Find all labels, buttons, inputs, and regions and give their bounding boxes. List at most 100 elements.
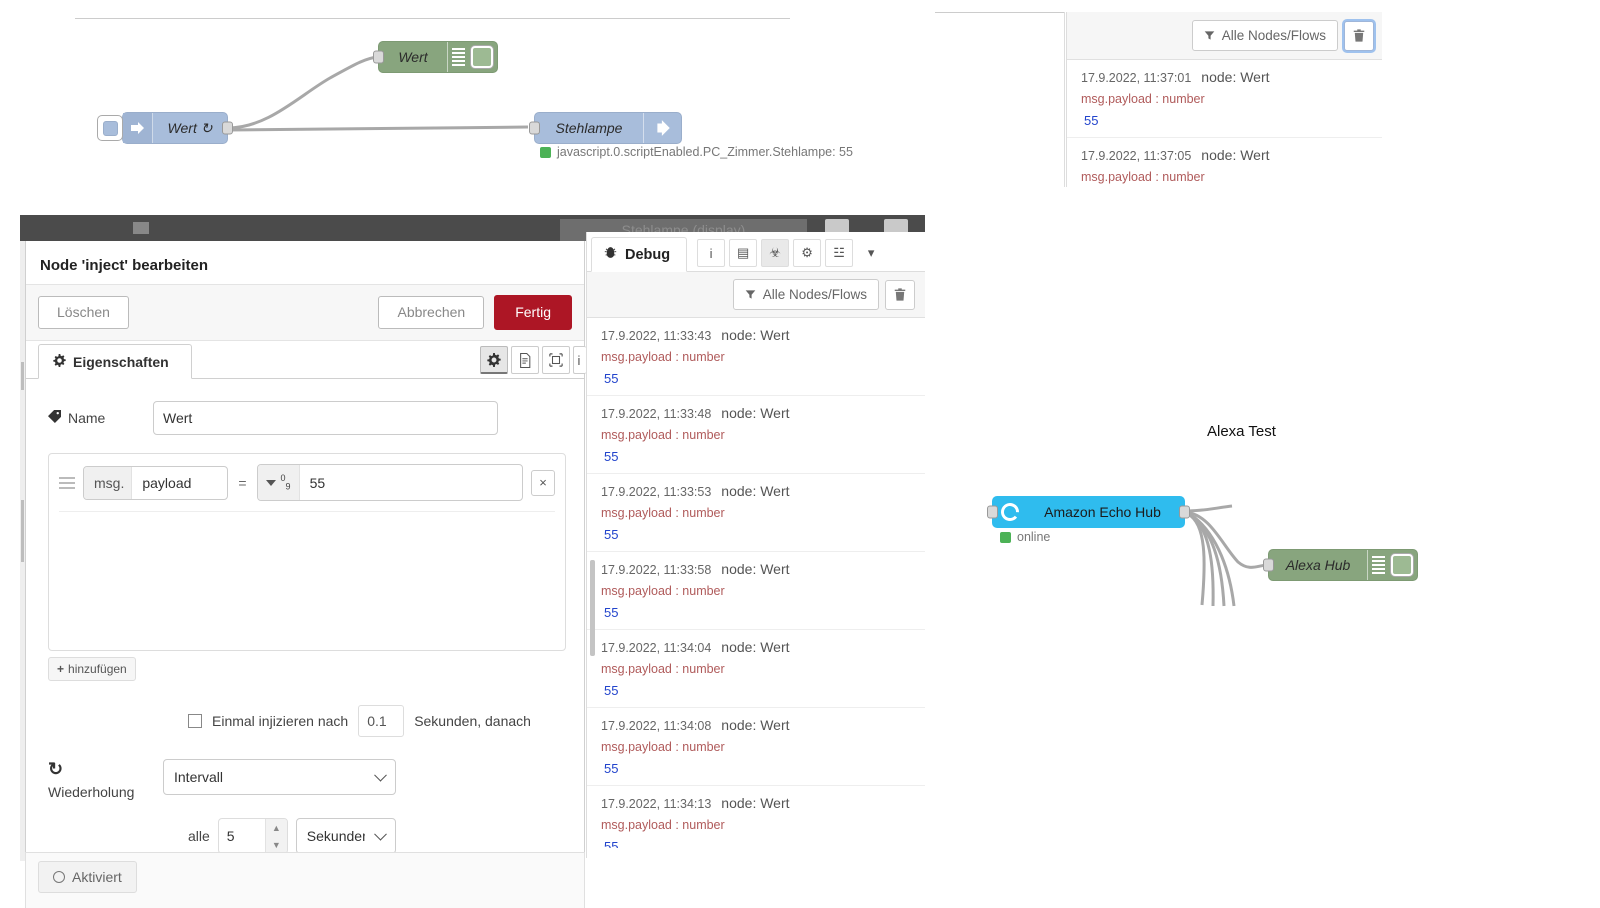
flow-node-alexa-hub-debug[interactable]: Alexa Hub [1263, 549, 1418, 581]
debug-source-node: node: Wert [721, 327, 790, 343]
stepper-buttons[interactable]: ▲ ▼ [264, 819, 287, 854]
enabled-toggle-button[interactable]: Aktiviert [38, 861, 137, 893]
debug-timestamp: 17.9.2022, 11:34:08 [601, 719, 712, 733]
repeat-select[interactable]: Intervall [163, 759, 396, 796]
clear-debug-button[interactable] [885, 279, 915, 310]
debug-timestamp: 17.9.2022, 11:33:53 [601, 485, 712, 499]
bug-icon-button[interactable]: ☣ [761, 239, 790, 267]
flow-node-stehlampe[interactable]: Stehlampe [529, 112, 682, 144]
done-button[interactable]: Fertig [494, 295, 572, 331]
property-selector[interactable]: msg. payload [83, 465, 229, 500]
interval-unit-select[interactable]: Sekunden [295, 818, 396, 855]
debug-source-node: node: Wert [1201, 147, 1270, 163]
debug-sidebar[interactable]: Debug i ▤ ☣ ⚙ ☳ ▾ Alle Nodes/Flows 17.9.2022,… [586, 232, 925, 858]
inject-once-suffix: Sekunden, danach [414, 713, 531, 730]
flow-node-inject-wert[interactable]: Wert ↻ [97, 112, 233, 144]
value-input[interactable]: 55 [300, 467, 522, 499]
debug-message[interactable]: 17.9.2022, 11:37:01 node: Wert msg.payload… [1067, 60, 1382, 138]
database-icon: ☳ [833, 245, 845, 260]
debug-message[interactable]: 17.9.2022, 11:33:43 node: Wert msg.payload… [587, 318, 925, 396]
interval-stepper[interactable]: ▲ ▼ [217, 818, 288, 855]
property-prefix: msg. [84, 466, 133, 499]
echo-hub-status: online [1000, 530, 1050, 544]
debug-timestamp: 17.9.2022, 11:33:43 [601, 329, 712, 343]
node-input-port[interactable] [529, 121, 540, 135]
top-right-debug-list[interactable]: 17.9.2022, 11:37:01 node: Wert msg.payload… [1067, 60, 1382, 187]
alexa-flow-title: Alexa Test [1207, 423, 1276, 440]
properties-rule-box: msg. payload = 09 55 × [48, 453, 566, 652]
enabled-label: Aktiviert [72, 869, 122, 885]
flow-canvas-top[interactable] [0, 0, 930, 200]
property-value-input[interactable]: payload [132, 467, 227, 499]
info-icon-button[interactable]: i [697, 239, 726, 267]
inject-arrow-icon [123, 113, 153, 143]
chevron-down-icon-button[interactable]: ▾ [857, 239, 886, 267]
dialog-tabbar: Eigenschaften i [26, 341, 586, 380]
delete-button[interactable]: Löschen [38, 296, 129, 330]
gear-icon-button[interactable]: ⚙ [793, 239, 822, 267]
edit-node-dialog[interactable]: Node 'inject' bearbeiten Löschen Abbrech… [25, 241, 586, 861]
drag-handle-icon[interactable] [59, 474, 75, 492]
debug-toggle-button[interactable] [471, 46, 493, 68]
value-field-group[interactable]: 09 55 [256, 464, 523, 501]
flow-node-amazon-echo-hub[interactable]: Amazon Echo Hub [987, 496, 1190, 528]
rule-row: msg. payload = 09 55 × [59, 464, 555, 512]
tab-eigenschaften[interactable]: Eigenschaften [38, 344, 192, 380]
value-type-selector[interactable]: 09 [257, 465, 300, 500]
equals-sign: = [238, 474, 247, 491]
description-icon-button[interactable] [511, 346, 539, 375]
interval-value-input[interactable] [218, 819, 265, 854]
debug-source-node: node: Wert [721, 561, 790, 577]
debug-topic: msg.payload : number [601, 818, 725, 832]
debug-message[interactable]: 17.9.2022, 11:33:48 node: Wert msg.payload… [587, 396, 925, 474]
stepper-up-icon[interactable]: ▲ [266, 819, 287, 836]
inject-trigger-button[interactable] [97, 115, 123, 141]
debug-message[interactable]: 17.9.2022, 11:33:58 node: Wert msg.payload… [587, 552, 925, 630]
info-icon-button[interactable]: i [573, 346, 586, 375]
debug-source-node: node: Wert [721, 483, 790, 499]
gear-icon: ⚙ [801, 245, 813, 260]
node-input-port[interactable] [373, 50, 384, 64]
repeat-select-wrap: Intervall [163, 759, 396, 796]
node-output-port[interactable] [222, 121, 233, 135]
inject-once-delay-input[interactable] [358, 705, 405, 738]
debug-message[interactable]: 17.9.2022, 11:34:04 node: Wert msg.payload… [587, 630, 925, 708]
node-input-port[interactable] [1263, 558, 1274, 572]
gear-icon-button[interactable] [480, 346, 508, 375]
cancel-button[interactable]: Abbrechen [378, 296, 485, 330]
remove-rule-button[interactable]: × [531, 469, 555, 496]
debug-message[interactable]: 17.9.2022, 11:33:53 node: Wert msg.payload… [587, 474, 925, 552]
top-right-flow-strip [935, 12, 1065, 187]
trash-icon [894, 288, 906, 301]
debug-message[interactable]: 17.9.2022, 11:34:13 node: Wert msg.payload… [587, 786, 925, 848]
debug-topic: msg.payload : number [601, 506, 725, 520]
inject-once-checkbox[interactable] [188, 714, 202, 729]
name-input[interactable] [153, 401, 498, 436]
debug-message[interactable]: 17.9.2022, 11:34:08 node: Wert msg.payload… [587, 708, 925, 786]
clear-debug-button[interactable] [1344, 20, 1374, 51]
stepper-down-icon[interactable]: ▼ [266, 836, 287, 853]
node-output-port[interactable] [1179, 505, 1190, 519]
tab-debug[interactable]: Debug [591, 237, 688, 272]
database-icon-button[interactable]: ☳ [825, 239, 854, 267]
filter-nodes-flows-button[interactable]: Alle Nodes/Flows [1191, 20, 1338, 51]
debug-value: 55 [604, 683, 619, 698]
debug-toggle-button[interactable] [1391, 554, 1413, 576]
debug-message-list[interactable]: 17.9.2022, 11:33:43 node: Wert msg.payload… [587, 318, 925, 848]
name-label-wrap: Name [48, 410, 153, 426]
trash-icon [1353, 29, 1365, 42]
debug-message-meta: 17.9.2022, 11:34:08 node: Wert [601, 717, 925, 733]
debug-scrollbar[interactable] [590, 560, 595, 656]
tab-label: Eigenschaften [73, 354, 169, 371]
top-right-debug-panel[interactable]: Alle Nodes/Flows 17.9.2022, 11:37:01 node… [1066, 12, 1382, 187]
add-property-button[interactable]: + hinzufügen [48, 657, 136, 682]
debug-message[interactable]: 17.9.2022, 11:37:05 node: Wert msg.payload… [1067, 138, 1382, 187]
filter-nodes-flows-button[interactable]: Alle Nodes/Flows [732, 279, 879, 310]
book-icon-button[interactable]: ▤ [729, 239, 758, 267]
gear-icon [53, 354, 66, 370]
appearance-icon-button[interactable] [542, 346, 570, 375]
flow-node-debug-wert[interactable]: Wert [373, 41, 498, 73]
debug-source-node: node: Wert [1201, 69, 1270, 85]
node-input-port[interactable] [987, 505, 998, 519]
debug-timestamp: 17.9.2022, 11:34:04 [601, 641, 712, 655]
